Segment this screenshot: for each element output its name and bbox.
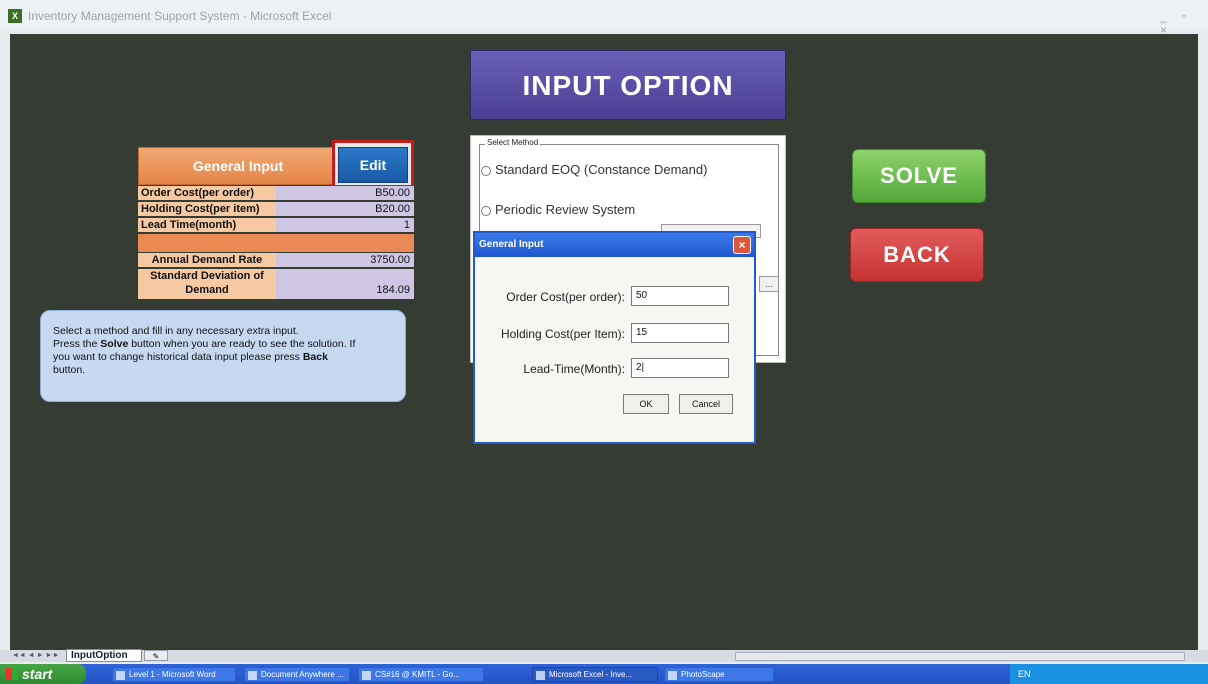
excel-icon (536, 671, 545, 680)
window-controls[interactable]: _ ▫ × (1160, 9, 1208, 37)
select-method-legend: Select Method (485, 138, 541, 147)
instructions-back-word: Back (302, 351, 328, 363)
radio-icon[interactable] (481, 165, 491, 176)
general-input-title: General Input (192, 158, 284, 174)
taskbar-item-document-anywhere[interactable]: Document Anywhere ... (244, 667, 350, 682)
taskbar-item-word[interactable]: Level 1 - Microsoft Word (112, 667, 236, 682)
excel-icon: X (8, 9, 22, 23)
order-cost-input[interactable]: 50 (631, 286, 729, 306)
taskbar-item-label: Document Anywhere ... (261, 670, 344, 679)
instructions-solve-word: Solve (100, 338, 129, 350)
row-label: Standard Deviation of Demand (138, 269, 276, 299)
order-cost-label: Order Cost(per order): (506, 290, 625, 304)
close-icon[interactable]: × (733, 236, 751, 254)
row-label: Holding Cost(per item) (138, 202, 276, 216)
page-title: INPUT OPTION (522, 70, 734, 101)
holding-cost-label: Holding Cost(per Item): (500, 327, 625, 341)
edit-button[interactable]: Edit (338, 147, 408, 183)
language-indicator[interactable]: EN (1018, 669, 1031, 679)
start-label: start (22, 666, 53, 682)
page-title-banner: INPUT OPTION (470, 50, 786, 120)
method-option-label: Standard EOQ (Constance Demand) (495, 162, 708, 177)
general-input-row: Holding Cost(per item) B20.00 (138, 202, 414, 216)
row-value: 184.09 (276, 269, 414, 299)
taskbar-item-excel[interactable]: Microsoft Excel - Inve... (532, 667, 658, 682)
windows-flag-icon (6, 668, 18, 680)
general-input-row: Lead Time(month) 1 (138, 218, 414, 232)
photoscape-icon (668, 671, 677, 680)
general-input-dialog: General Input × Order Cost(per order): 5… (473, 231, 756, 444)
lead-time-input[interactable]: 2| (631, 358, 729, 378)
row-label: Lead Time(month) (138, 218, 276, 232)
back-button[interactable]: BACK (850, 228, 984, 282)
taskbar-item-browser[interactable]: CS#16 @ KMITL - Go... (358, 667, 484, 682)
general-input-row: Standard Deviation of Demand 184.09 (138, 269, 414, 299)
insert-sheet-icon[interactable]: ✎ (144, 650, 168, 661)
taskbar-item-label: CS#16 @ KMITL - Go... (375, 670, 460, 679)
browser-icon (362, 671, 371, 680)
row-label-line2: Demand (185, 284, 229, 296)
window-title: Inventory Management Support System - Mi… (28, 9, 332, 23)
row-label-line1: Standard Deviation of (150, 270, 264, 282)
row-value: B20.00 (276, 202, 414, 216)
method-option-label: Periodic Review System (495, 202, 636, 217)
instructions-text: Press the (53, 338, 101, 350)
window-titlebar: X Inventory Management Support System - … (0, 0, 1208, 37)
row-value: B50.00 (276, 186, 414, 200)
general-input-divider (138, 234, 414, 252)
radio-icon[interactable] (481, 205, 491, 216)
cancel-button[interactable]: Cancel (679, 394, 733, 414)
lead-time-label: Lead-Time(Month): (523, 362, 625, 376)
method-option-eoq[interactable]: Standard EOQ (Constance Demand) (481, 162, 707, 177)
sheet-nav-arrows-icon[interactable]: ◄◄ ◄ ► ►► (12, 652, 59, 659)
word-icon (116, 671, 125, 680)
method-option-periodic[interactable]: Periodic Review System (481, 202, 635, 217)
row-value: 1 (276, 218, 414, 232)
dialog-title: General Input (479, 239, 544, 250)
holding-cost-input[interactable]: 15 (631, 323, 729, 343)
instructions-text: button when you are ready to see the sol… (128, 338, 356, 350)
instructions-text: you want to change historical data input… (53, 351, 303, 363)
general-input-row: Order Cost(per order) B50.00 (138, 186, 414, 200)
instructions-line: you want to change historical data input… (53, 351, 395, 364)
sheet-tab-inputoption[interactable]: InputOption (66, 649, 142, 662)
taskbar-item-label: Level 1 - Microsoft Word (129, 670, 216, 679)
instructions-line: Select a method and fill in any necessar… (53, 325, 299, 337)
row-label: Order Cost(per order) (138, 186, 276, 200)
system-tray: EN (1010, 664, 1208, 684)
instructions-box: Select a method and fill in any necessar… (40, 310, 406, 402)
ok-button[interactable]: OK (623, 394, 669, 414)
instructions-line: button. (53, 364, 86, 376)
document-icon (248, 671, 257, 680)
row-value: 3750.00 (276, 253, 414, 267)
taskbar-item-photoscape[interactable]: PhotoScape (664, 667, 774, 682)
general-input-row: Annual Demand Rate 3750.00 (138, 253, 414, 267)
hidden-button-stub[interactable]: ... (759, 276, 779, 292)
solve-button[interactable]: SOLVE (852, 149, 986, 203)
horizontal-scrollbar[interactable] (735, 652, 1185, 661)
start-button[interactable]: start (0, 664, 86, 684)
taskbar-item-label: Microsoft Excel - Inve... (549, 670, 633, 679)
general-input-header: General Input (138, 147, 338, 185)
taskbar-item-label: PhotoScape (681, 670, 725, 679)
dialog-titlebar: General Input × (475, 233, 754, 257)
row-label: Annual Demand Rate (138, 253, 276, 267)
instructions-line: Press the Solve button when you are read… (53, 338, 395, 351)
